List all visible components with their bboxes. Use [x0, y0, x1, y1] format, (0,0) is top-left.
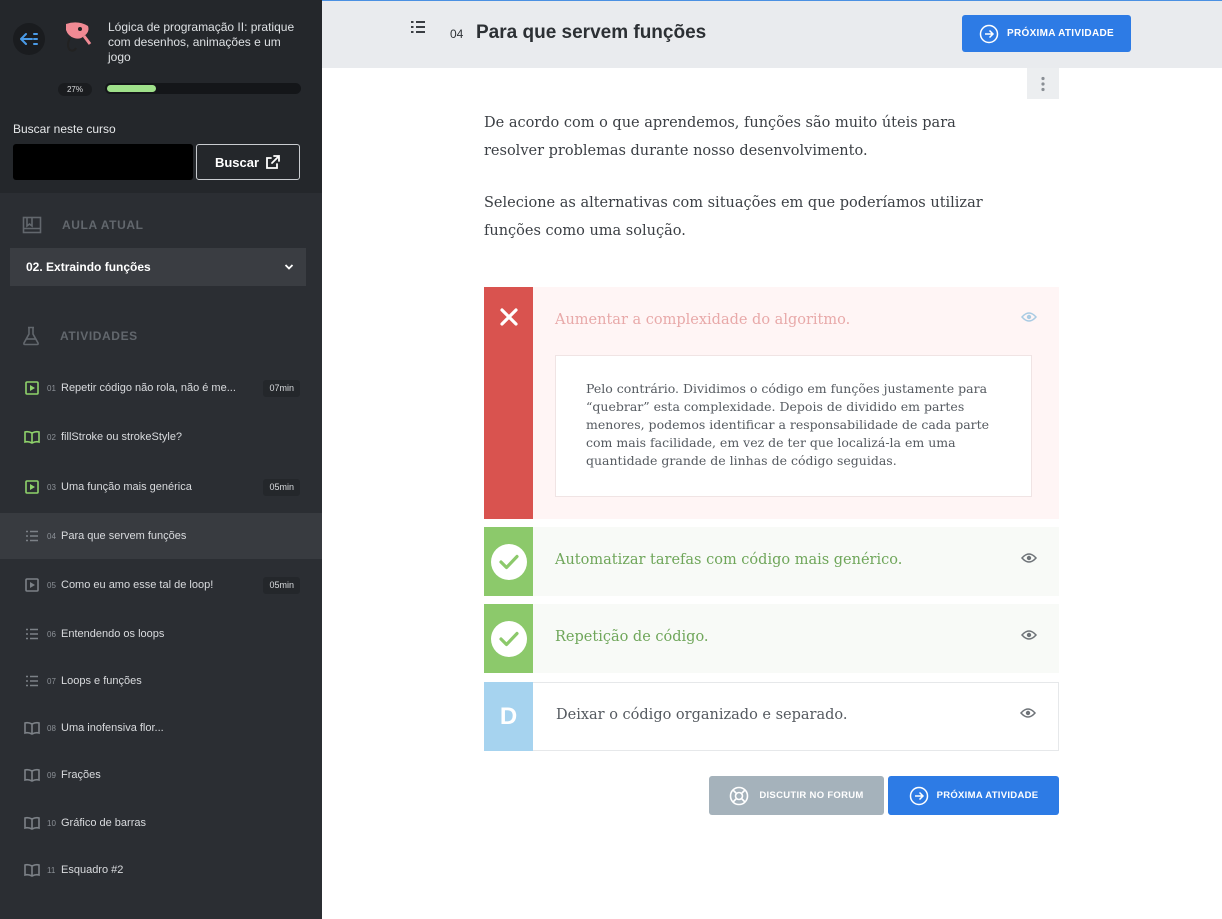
- check-icon: [490, 620, 527, 657]
- option-marker-letter: D: [484, 682, 533, 751]
- search-button-label: Buscar: [214, 154, 260, 170]
- eye-icon[interactable]: [1020, 706, 1036, 724]
- activity-title: Loops e funções: [61, 675, 142, 687]
- course-header: Lógica de programação II: pratique com d…: [0, 0, 322, 193]
- more-vertical-icon: [1041, 76, 1045, 91]
- duration-badge: 05min: [263, 479, 300, 496]
- activity-title: Repetir código não rola, não é me...: [61, 382, 236, 394]
- book-icon: [24, 767, 40, 783]
- list-icon: [24, 528, 40, 544]
- list-icon: [411, 21, 425, 33]
- eye-icon[interactable]: [1021, 628, 1037, 646]
- search-button[interactable]: Buscar: [196, 144, 300, 180]
- eye-icon[interactable]: [1021, 310, 1037, 328]
- search-label: Buscar neste curso: [13, 122, 116, 136]
- option-feedback: Pelo contrário. Dividimos o código em fu…: [555, 355, 1032, 497]
- activity-title: Entendendo os loops: [61, 628, 165, 640]
- video-icon: [24, 479, 40, 495]
- sidebar: Lógica de programação II: pratique com d…: [0, 0, 322, 919]
- activity-item-04[interactable]: 04 Para que servem funções: [0, 513, 322, 559]
- activity-item-08[interactable]: 08 Uma inofensiva flor...: [0, 705, 322, 751]
- activity-title: fillStroke ou strokeStyle?: [61, 431, 183, 443]
- more-options-button[interactable]: [1027, 68, 1059, 99]
- activities-heading: ATIVIDADES: [22, 326, 138, 346]
- option-c[interactable]: Repetição de código.: [484, 604, 1059, 673]
- option-marker-wrong: [484, 287, 533, 519]
- arrow-right-circle-icon: [909, 786, 928, 805]
- activity-item-02[interactable]: 02 fillStroke ou strokeStyle?: [0, 414, 322, 460]
- current-lesson-heading-label: AULA ATUAL: [62, 218, 144, 232]
- close-icon: [499, 308, 518, 326]
- duration-badge: 07min: [263, 380, 300, 397]
- activity-item-09[interactable]: 09 Frações: [0, 752, 322, 798]
- activity-number: 04: [450, 27, 464, 41]
- discuss-forum-button[interactable]: DISCUTIR NO FORUM: [709, 776, 884, 815]
- activity-list-toggle[interactable]: [410, 20, 426, 39]
- activity-title: Uma função mais genérica: [61, 481, 192, 493]
- activity-item-03[interactable]: 03 Uma função mais genérica 05min: [0, 464, 322, 510]
- lifebuoy-icon: [730, 786, 749, 805]
- activity-item-07[interactable]: 07 Loops e funções: [0, 658, 322, 704]
- option-text: Automatizar tarefas com código mais gené…: [555, 552, 903, 568]
- next-activity-button-top[interactable]: PRÓXIMA ATIVIDADE: [962, 15, 1131, 52]
- activity-item-10[interactable]: 10 Gráfico de barras: [0, 800, 322, 846]
- option-text: Repetição de código.: [555, 629, 709, 645]
- activity-header: 04 Para que servem funções PRÓXIMA ATIVI…: [322, 1, 1222, 68]
- activity-item-06[interactable]: 06 Entendendo os loops: [0, 611, 322, 657]
- course-title[interactable]: Lógica de programação II: pratique com d…: [108, 20, 298, 65]
- page-title: Para que servem funções: [476, 22, 707, 43]
- progress-bar-fill: [105, 83, 158, 94]
- video-icon: [24, 380, 40, 396]
- activities-heading-label: ATIVIDADES: [60, 329, 138, 343]
- book-outline-icon: [22, 216, 42, 234]
- check-icon: [490, 543, 527, 580]
- activity-item-11[interactable]: 11 Esquadro #2: [0, 847, 322, 893]
- option-marker-correct: [484, 604, 533, 673]
- option-b[interactable]: Automatizar tarefas com código mais gené…: [484, 527, 1059, 596]
- book-icon: [24, 429, 40, 445]
- progress-percent: 27%: [58, 83, 92, 96]
- duration-badge: 05min: [263, 577, 300, 594]
- course-logo-icon: [60, 18, 94, 54]
- activity-title: Como eu amo esse tal de loop!: [61, 579, 214, 591]
- next-activity-button-bottom[interactable]: PRÓXIMA ATIVIDADE: [888, 776, 1059, 815]
- activity-title: Uma inofensiva flor...: [61, 722, 164, 734]
- instruction-text: Selecione as alternativas com situações …: [484, 195, 983, 239]
- next-activity-label: PRÓXIMA ATIVIDADE: [936, 790, 1039, 801]
- flask-icon: [23, 326, 39, 346]
- option-text: Aumentar a complexidade do algoritmo.: [555, 312, 851, 328]
- search-input[interactable]: [13, 144, 193, 180]
- activity-item-05[interactable]: 05 Como eu amo esse tal de loop! 05min: [0, 562, 322, 608]
- arrow-right-circle-icon: [979, 24, 999, 43]
- discuss-forum-label: DISCUTIR NO FORUM: [759, 790, 864, 801]
- option-d[interactable]: D Deixar o código organizado e separado.: [484, 682, 1059, 751]
- external-link-icon: [266, 155, 280, 169]
- activity-title: Para que servem funções: [61, 530, 187, 542]
- back-button[interactable]: [13, 23, 45, 55]
- current-lesson-select[interactable]: 02. Extraindo funções: [10, 248, 306, 286]
- chevron-down-icon: [284, 264, 294, 270]
- video-icon: [24, 577, 40, 593]
- list-icon: [24, 673, 40, 689]
- book-icon: [24, 862, 40, 878]
- activity-title: Esquadro #2: [61, 864, 124, 876]
- back-arrow-icon: [20, 33, 38, 45]
- current-lesson-heading: AULA ATUAL: [22, 216, 144, 234]
- progress-bar: [105, 83, 301, 94]
- intro-text: De acordo com o que aprendemos, funções …: [484, 115, 956, 159]
- current-lesson-label: 02. Extraindo funções: [26, 260, 151, 274]
- next-activity-label: PRÓXIMA ATIVIDADE: [1007, 28, 1114, 39]
- activity-item-01[interactable]: 01 Repetir código não rola, não é me... …: [0, 365, 322, 411]
- activity-title: Frações: [61, 769, 101, 781]
- eye-icon[interactable]: [1021, 551, 1037, 569]
- activity-title: Gráfico de barras: [61, 817, 146, 829]
- option-text: Deixar o código organizado e separado.: [556, 707, 848, 723]
- option-a[interactable]: Aumentar a complexidade do algoritmo. Pe…: [484, 287, 1059, 519]
- option-marker-correct: [484, 527, 533, 596]
- book-icon: [24, 815, 40, 831]
- book-icon: [24, 720, 40, 736]
- list-icon: [24, 626, 40, 642]
